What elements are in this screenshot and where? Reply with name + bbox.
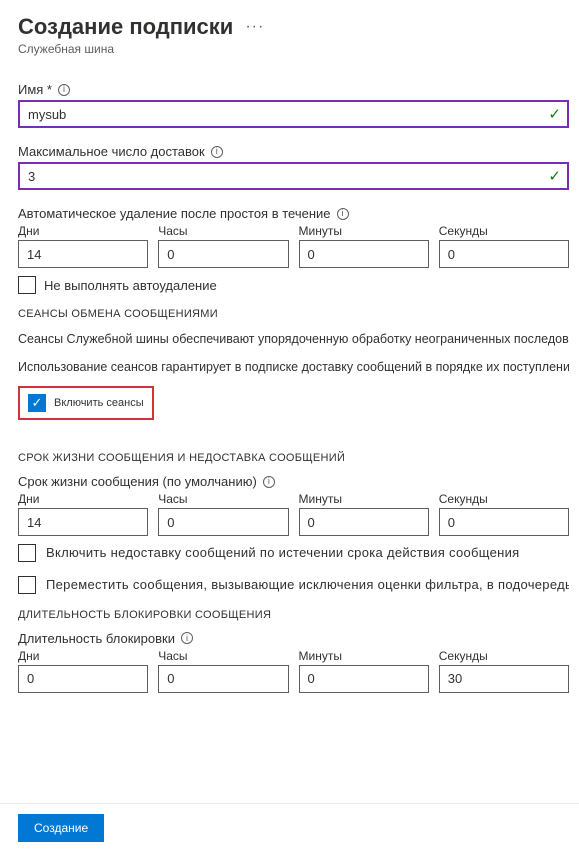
lock-minutes-input[interactable] <box>299 665 429 693</box>
info-icon[interactable]: i <box>58 84 70 96</box>
no-autodelete-label: Не выполнять автоудаление <box>44 278 217 293</box>
move-filter-label: Переместить сообщения, вызывающие исключ… <box>46 576 569 594</box>
check-icon: ✓ <box>548 105 561 123</box>
lock-label: Длительность блокировки i <box>18 631 569 646</box>
hours-label: Часы <box>158 492 288 506</box>
name-label: Имя * i <box>18 82 569 97</box>
page-subtitle: Служебная шина <box>18 42 569 56</box>
info-icon[interactable]: i <box>337 208 349 220</box>
autodelete-minutes-input[interactable] <box>299 240 429 268</box>
create-button[interactable]: Создание <box>18 814 104 842</box>
info-icon[interactable]: i <box>181 632 193 644</box>
seconds-label: Секунды <box>439 492 569 506</box>
ttl-days-input[interactable] <box>18 508 148 536</box>
no-autodelete-checkbox[interactable] <box>18 276 36 294</box>
hours-label: Часы <box>158 224 288 238</box>
name-input[interactable] <box>18 100 569 128</box>
lock-hours-input[interactable] <box>158 665 288 693</box>
ttl-heading: СРОК ЖИЗНИ СООБЩЕНИЯ И НЕДОСТАВКА СООБЩЕ… <box>18 452 569 464</box>
check-icon: ✓ <box>548 167 561 185</box>
enable-sessions-label: Включить сеансы <box>54 397 144 409</box>
page-title: Создание подписки <box>18 14 233 40</box>
ttl-seconds-input[interactable] <box>439 508 569 536</box>
lock-days-input[interactable] <box>18 665 148 693</box>
minutes-label: Минуты <box>299 649 429 663</box>
max-deliveries-input[interactable] <box>18 162 569 190</box>
footer: Создание <box>0 803 579 856</box>
autodelete-seconds-input[interactable] <box>439 240 569 268</box>
days-label: Дни <box>18 492 148 506</box>
days-label: Дни <box>18 649 148 663</box>
hours-label: Часы <box>158 649 288 663</box>
sessions-desc: Сеансы Служебной шины обеспечивают упоря… <box>18 330 569 348</box>
autodelete-days-input[interactable] <box>18 240 148 268</box>
max-deliveries-label: Максимальное число доставок i <box>18 144 569 159</box>
minutes-label: Минуты <box>299 492 429 506</box>
minutes-label: Минуты <box>299 224 429 238</box>
move-filter-checkbox[interactable] <box>18 576 36 594</box>
enable-sessions-checkbox[interactable]: ✓ <box>28 394 46 412</box>
info-icon[interactable]: i <box>211 146 223 158</box>
sessions-heading: СЕАНСЫ ОБМЕНА СООБЩЕНИЯМИ <box>18 308 569 320</box>
lock-heading: ДЛИТЕЛЬНОСТЬ БЛОКИРОВКИ СООБЩЕНИЯ <box>18 609 569 621</box>
deadletter-checkbox[interactable] <box>18 544 36 562</box>
seconds-label: Секунды <box>439 649 569 663</box>
days-label: Дни <box>18 224 148 238</box>
ttl-hours-input[interactable] <box>158 508 288 536</box>
autodelete-hours-input[interactable] <box>158 240 288 268</box>
more-icon[interactable]: ··· <box>245 18 264 36</box>
info-icon[interactable]: i <box>263 476 275 488</box>
seconds-label: Секунды <box>439 224 569 238</box>
deadletter-label: Включить недоставку сообщений по истечен… <box>46 544 520 562</box>
ttl-label: Срок жизни сообщения (по умолчанию) i <box>18 474 569 489</box>
autodelete-label: Автоматическое удаление после простоя в … <box>18 206 569 221</box>
lock-seconds-input[interactable] <box>439 665 569 693</box>
sessions-desc: Использование сеансов гарантирует в подп… <box>18 358 569 376</box>
enable-sessions-highlight: ✓ Включить сеансы <box>18 386 154 420</box>
ttl-minutes-input[interactable] <box>299 508 429 536</box>
